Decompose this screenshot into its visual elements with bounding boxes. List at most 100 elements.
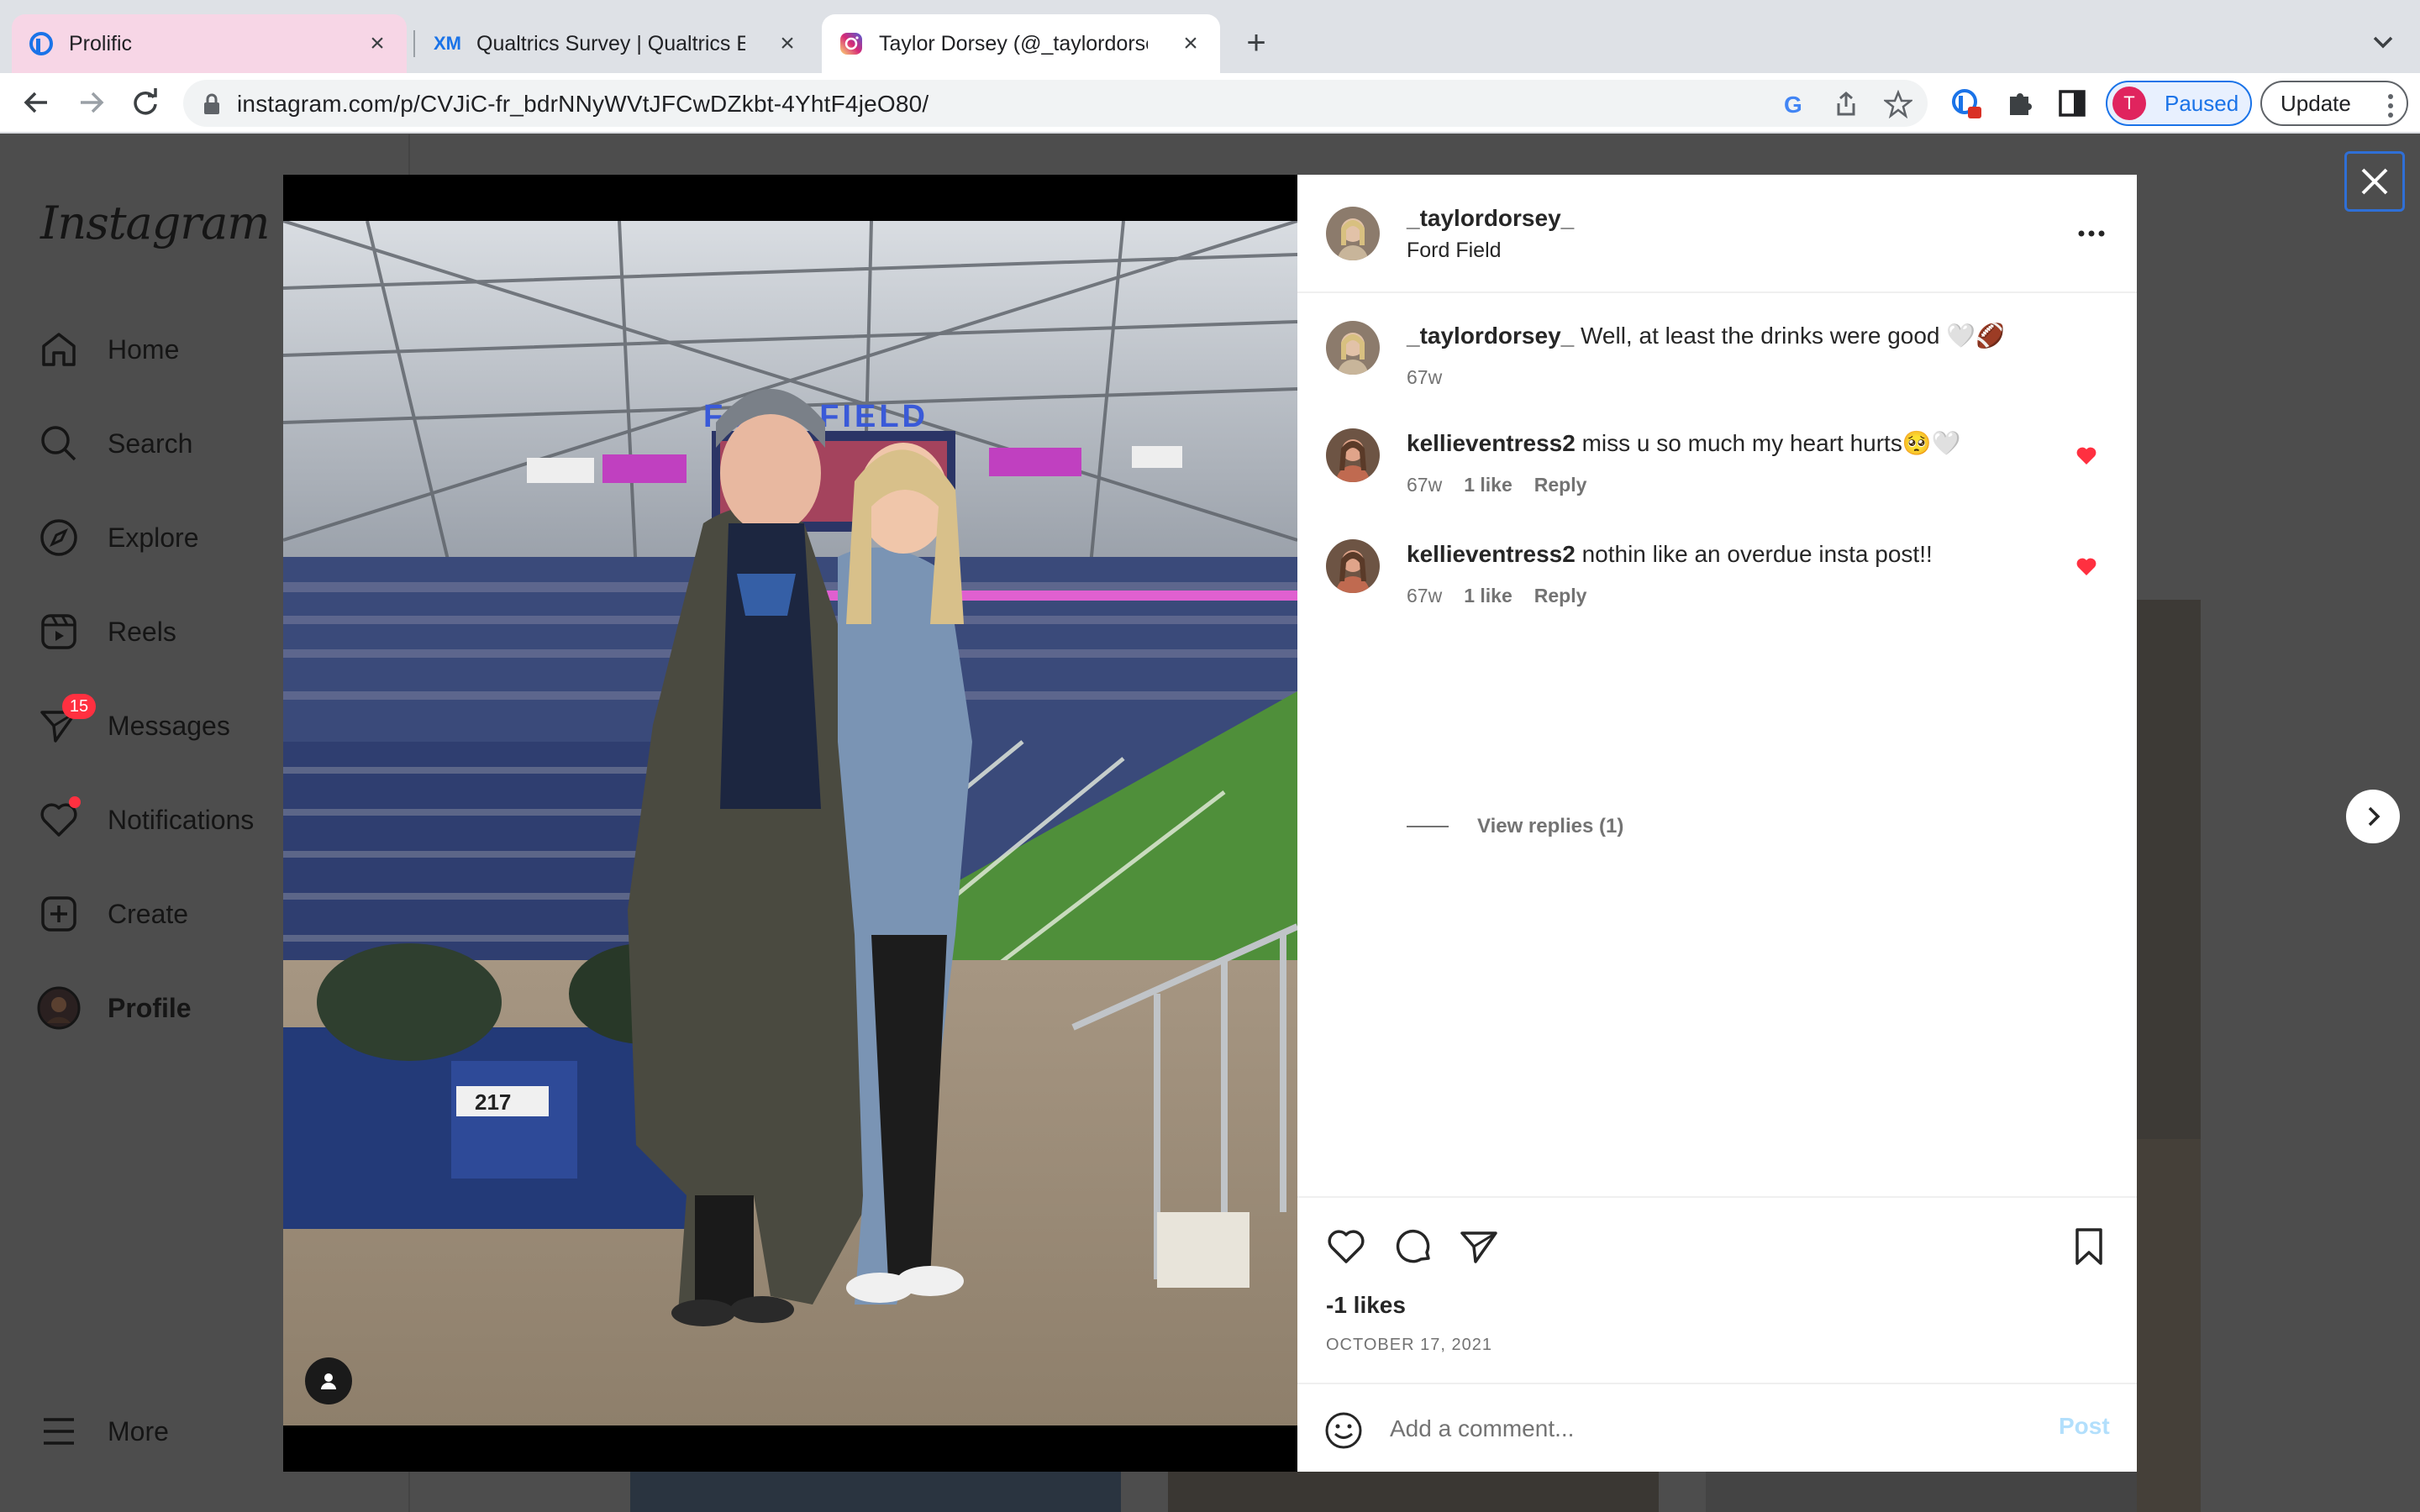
instagram-icon bbox=[840, 33, 862, 55]
tab-search-icon[interactable] bbox=[2366, 25, 2400, 59]
extensions-puzzle-icon[interactable] bbox=[2002, 85, 2039, 122]
update-label: Update bbox=[2281, 90, 2351, 116]
search-icon bbox=[41, 426, 76, 461]
plus-square-icon bbox=[41, 896, 76, 932]
caption-meta: 67w bbox=[1407, 366, 1442, 389]
close-tab-icon[interactable]: × bbox=[1176, 29, 1205, 58]
tab-instagram[interactable]: Taylor Dorsey (@_taylordorsey_ × bbox=[822, 14, 1220, 73]
avatar[interactable] bbox=[1326, 207, 1380, 260]
share-icon[interactable] bbox=[1832, 90, 1860, 118]
liked-heart-icon[interactable] bbox=[2075, 445, 2097, 467]
more-options-icon[interactable] bbox=[2070, 217, 2112, 250]
tab-prolific[interactable]: Prolific × bbox=[12, 14, 407, 73]
likes-count[interactable]: -1 likes bbox=[1326, 1292, 1406, 1319]
next-post-button[interactable] bbox=[2346, 790, 2400, 843]
comment-age[interactable]: 67w bbox=[1407, 474, 1442, 496]
close-tab-icon[interactable]: × bbox=[363, 29, 392, 58]
comment-age[interactable]: 67w bbox=[1407, 585, 1442, 607]
sidebar-item-more[interactable]: More bbox=[37, 1406, 169, 1457]
bookmark-star-icon[interactable] bbox=[1884, 90, 1912, 118]
emoji-icon[interactable] bbox=[1323, 1410, 1365, 1452]
update-button[interactable]: Update bbox=[2260, 81, 2408, 126]
post-date[interactable]: OCTOBER 17, 2021 bbox=[1326, 1336, 1492, 1355]
reply-button[interactable]: Reply bbox=[1534, 585, 1587, 607]
sidebar-item-label: Reels bbox=[108, 616, 176, 647]
back-icon[interactable] bbox=[17, 83, 55, 122]
sidebar-item-search[interactable]: Search bbox=[37, 418, 192, 469]
sidebar-item-label: Explore bbox=[108, 522, 199, 553]
save-bookmark-icon[interactable] bbox=[2067, 1225, 2111, 1268]
close-modal-button[interactable] bbox=[2344, 151, 2405, 212]
comment-icon[interactable] bbox=[1392, 1225, 1435, 1268]
sidebar-item-messages[interactable]: 15 Messages bbox=[37, 694, 230, 751]
side-panel-icon[interactable] bbox=[2054, 85, 2091, 122]
reload-icon[interactable] bbox=[126, 83, 165, 122]
address-bar[interactable]: instagram.com/p/CVJiC-fr_bdrNNyWVtJFCwDZ… bbox=[183, 80, 1928, 127]
profile-button[interactable]: T Paused bbox=[2106, 81, 2252, 126]
tab-qualtrics[interactable]: XM Qualtrics Survey | Qualtrics Exp × bbox=[417, 14, 817, 73]
google-icon[interactable]: G bbox=[1780, 90, 1808, 118]
kebab-menu-icon[interactable] bbox=[2386, 93, 2395, 118]
comment-body: miss u so much my heart hurts🥺🤍 bbox=[1581, 430, 1961, 456]
add-comment-row: Post bbox=[1297, 1383, 2137, 1472]
post-location[interactable]: Ford Field bbox=[1407, 239, 1502, 263]
like-icon[interactable] bbox=[1324, 1225, 1368, 1268]
tab-title: Taylor Dorsey (@_taylordorsey_ bbox=[879, 31, 1148, 55]
sidebar-item-profile[interactable]: Profile bbox=[37, 983, 192, 1033]
post-media: FORD FIELD 217 bbox=[283, 175, 1297, 1472]
sidebar-item-create[interactable]: Create bbox=[37, 889, 188, 939]
avatar[interactable] bbox=[1326, 539, 1380, 593]
compass-icon bbox=[40, 519, 77, 556]
photo-seat-number: 217 bbox=[475, 1089, 511, 1115]
liked-heart-icon[interactable] bbox=[2075, 556, 2097, 578]
prolific-icon bbox=[29, 32, 53, 55]
comment-likes[interactable]: 1 like bbox=[1464, 474, 1512, 496]
post-details-panel: _taylordorsey_ Ford Field _taylordorsey_… bbox=[1297, 175, 2137, 1472]
share-icon[interactable] bbox=[1457, 1225, 1501, 1268]
sidebar-item-notifications[interactable]: Notifications bbox=[37, 795, 254, 845]
post-photo[interactable]: FORD FIELD 217 bbox=[283, 221, 1297, 1425]
browser-toolbar: instagram.com/p/CVJiC-fr_bdrNNyWVtJFCwDZ… bbox=[0, 73, 2420, 134]
reels-icon bbox=[41, 614, 76, 649]
tagged-people-button[interactable] bbox=[305, 1357, 352, 1404]
close-tab-icon[interactable]: × bbox=[773, 29, 802, 58]
grid-post-thumbnail[interactable] bbox=[2137, 1139, 2201, 1512]
sidebar-item-explore[interactable]: Explore bbox=[37, 512, 199, 563]
comment-text: kellieventress2 miss u so much my heart … bbox=[1407, 428, 1961, 459]
lock-icon[interactable] bbox=[202, 92, 222, 116]
caption-age[interactable]: 67w bbox=[1407, 366, 1442, 389]
comment-username[interactable]: kellieventress2 bbox=[1407, 541, 1576, 567]
view-replies-button[interactable]: View replies (1) bbox=[1407, 815, 1623, 838]
sidebar-item-label: Messages bbox=[108, 710, 230, 741]
post-modal: FORD FIELD 217 bbox=[283, 175, 2137, 1472]
post-author-username[interactable]: _taylordorsey_ bbox=[1407, 205, 1574, 232]
avatar[interactable] bbox=[1326, 321, 1380, 375]
avatar[interactable] bbox=[1326, 428, 1380, 482]
caption-username[interactable]: _taylordorsey_ bbox=[1407, 323, 1574, 349]
grid-post-thumbnail[interactable] bbox=[1168, 1472, 1659, 1512]
post-header: _taylordorsey_ Ford Field bbox=[1297, 175, 2137, 293]
new-tab-button[interactable]: + bbox=[1237, 25, 1276, 64]
profile-avatar: T bbox=[2112, 87, 2146, 120]
actions-divider bbox=[1297, 1196, 2137, 1198]
forward-icon[interactable] bbox=[72, 83, 111, 122]
sidebar-item-home[interactable]: Home bbox=[37, 324, 179, 375]
comment-likes[interactable]: 1 like bbox=[1464, 585, 1512, 607]
sidebar-item-reels[interactable]: Reels bbox=[37, 606, 176, 657]
close-icon bbox=[2361, 168, 2388, 195]
comment-meta: 67w 1 like Reply bbox=[1407, 474, 1586, 496]
prolific-extension-icon[interactable] bbox=[1948, 85, 1985, 122]
svg-text:G: G bbox=[1784, 92, 1802, 118]
avatar bbox=[37, 986, 81, 1030]
reply-button[interactable]: Reply bbox=[1534, 474, 1587, 496]
grid-post-thumbnail[interactable] bbox=[630, 1472, 1121, 1512]
messages-badge: 15 bbox=[62, 694, 96, 719]
grid-post-thumbnail[interactable] bbox=[2137, 600, 2201, 1226]
instagram-logo[interactable]: Instagram bbox=[40, 197, 270, 249]
grid-post-thumbnail[interactable] bbox=[1706, 1472, 2137, 1512]
post-comment-button[interactable]: Post bbox=[2059, 1413, 2110, 1440]
comment-input[interactable] bbox=[1390, 1408, 1995, 1450]
url-text[interactable]: instagram.com/p/CVJiC-fr_bdrNNyWVtJFCwDZ… bbox=[237, 91, 929, 118]
comment-username[interactable]: kellieventress2 bbox=[1407, 430, 1576, 456]
qualtrics-icon: XM bbox=[434, 33, 461, 54]
